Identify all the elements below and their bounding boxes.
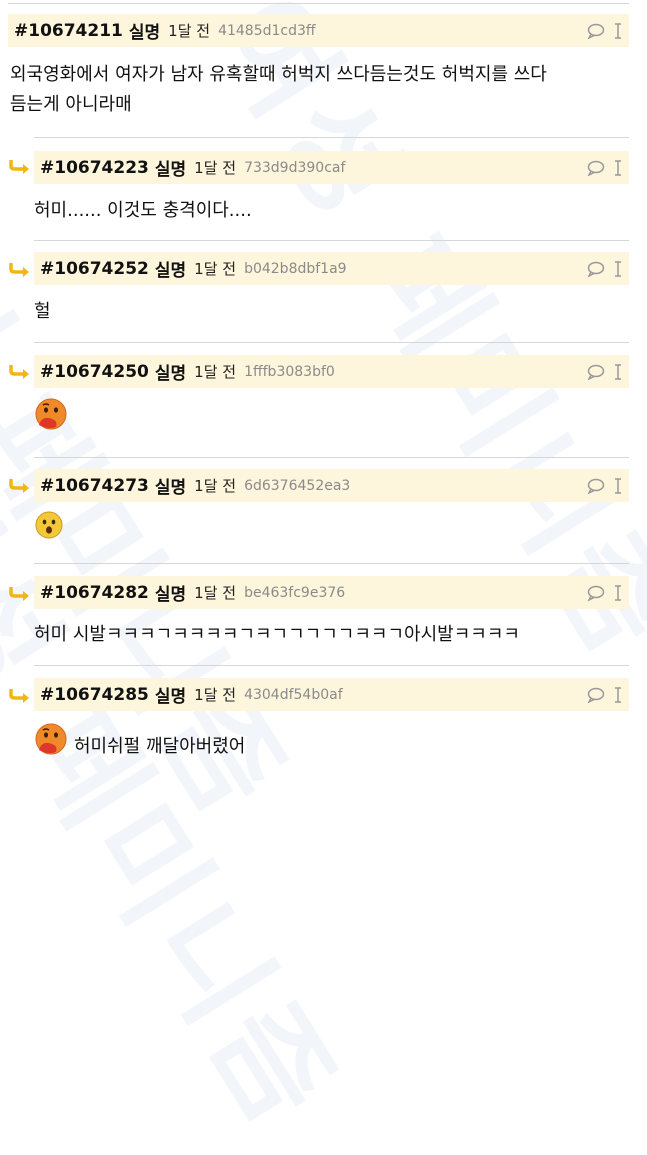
comment-header: #10674285 실명 1달 전 4304df54b0af: [34, 678, 629, 711]
thinking-face-emoji: [35, 723, 67, 755]
comment-header: #10674282 실명 1달 전 be463fc9e376: [34, 576, 629, 609]
reply-arrow-icon: [9, 160, 29, 174]
speech-bubble-icon[interactable]: [587, 160, 605, 176]
comment-header: #10674273 실명 1달 전 6d6376452ea3: [34, 469, 629, 502]
comment-id[interactable]: #10674252: [40, 259, 149, 279]
comment-header: #10674223 실명 1달 전 733d9d390caf: [34, 151, 629, 184]
comment-body: 허미...... 이것도 충격이다....: [34, 200, 252, 221]
comment-line: 외국영화에서 여자가 남자 유혹할때 허벅지 쓰다듬는것도 허벅지를 쓰다: [10, 64, 547, 85]
comment-time: 1달 전: [194, 363, 237, 381]
comment-body: 외국영화에서 여자가 남자 유혹할때 허벅지 쓰다듬는것도 허벅지를 쓰다 듬는…: [10, 60, 547, 120]
cursor-i-icon[interactable]: [613, 584, 623, 602]
comment-author: 실명: [154, 478, 187, 498]
comment-id[interactable]: #10674250: [40, 362, 149, 382]
comment-hash: 4304df54b0af: [244, 686, 343, 703]
comment-time: 1달 전: [194, 584, 237, 602]
speech-bubble-icon[interactable]: [587, 585, 605, 601]
comment-time: 1달 전: [168, 22, 211, 40]
thinking-face-emoji: [35, 398, 67, 430]
reply-arrow-icon: [9, 263, 29, 277]
comment-hash: be463fc9e376: [244, 584, 346, 601]
comment-author: 실명: [154, 160, 187, 180]
comment-header: #10674250 실명 1달 전 1fffb3083bf0: [34, 355, 629, 388]
comment-hash: 41485d1cd3ff: [218, 22, 316, 39]
comment-hash: 1fffb3083bf0: [244, 363, 335, 380]
reply-arrow-icon: [9, 365, 29, 379]
speech-bubble-icon[interactable]: [587, 364, 605, 380]
separator: [34, 137, 629, 138]
comment-author: 실명: [128, 23, 161, 43]
comment-hash: 733d9d390caf: [244, 159, 346, 176]
comment-id[interactable]: #10674223: [40, 158, 149, 178]
comment-time: 1달 전: [194, 260, 237, 278]
speech-bubble-icon[interactable]: [587, 261, 605, 277]
speech-bubble-icon[interactable]: [587, 23, 605, 39]
cursor-i-icon[interactable]: [613, 363, 623, 381]
cursor-i-icon[interactable]: [613, 159, 623, 177]
comment-time: 1달 전: [194, 686, 237, 704]
separator: [34, 665, 629, 666]
comment-body: 허미쉬펄 깨달아버렸어: [74, 736, 246, 757]
comment-time: 1달 전: [194, 477, 237, 495]
separator: [34, 457, 629, 458]
comment-line: 듬는게 아니라매: [10, 94, 132, 115]
reply-arrow-icon: [9, 689, 29, 703]
comment-body: 헐: [34, 301, 51, 322]
comment-time: 1달 전: [194, 159, 237, 177]
comment-author: 실명: [154, 687, 187, 707]
comment-id[interactable]: #10674285: [40, 685, 149, 705]
comment-id[interactable]: #10674211: [14, 21, 123, 41]
cursor-i-icon[interactable]: [613, 477, 623, 495]
separator: [34, 563, 629, 564]
reply-arrow-icon: [9, 587, 29, 601]
separator: [34, 240, 629, 241]
comment-header: #10674211 실명 1달 전 41485d1cd3ff: [8, 14, 629, 47]
comment-id[interactable]: #10674273: [40, 476, 149, 496]
reply-arrow-icon: [9, 479, 29, 493]
speech-bubble-icon[interactable]: [587, 687, 605, 703]
separator: [34, 342, 629, 343]
cursor-i-icon[interactable]: [613, 22, 623, 40]
comment-hash: b042b8dbf1a9: [244, 260, 347, 277]
speech-bubble-icon[interactable]: [587, 478, 605, 494]
comment-header: #10674252 실명 1달 전 b042b8dbf1a9: [34, 252, 629, 285]
comment-author: 실명: [154, 261, 187, 281]
separator: [8, 3, 629, 4]
comment-author: 실명: [154, 364, 187, 384]
comment-author: 실명: [154, 585, 187, 605]
comment-id[interactable]: #10674282: [40, 583, 149, 603]
cursor-i-icon[interactable]: [613, 686, 623, 704]
shocked-face-emoji: [35, 511, 63, 539]
cursor-i-icon[interactable]: [613, 260, 623, 278]
comment-hash: 6d6376452ea3: [244, 477, 351, 494]
comment-body: 허미 시발ㅋㅋㅋㄱㅋㅋㅋㅋㄱㅋㄱㄱㄱㄱㄱㅋㅋㄱ아시발ㅋㅋㅋㅋ: [34, 624, 520, 645]
